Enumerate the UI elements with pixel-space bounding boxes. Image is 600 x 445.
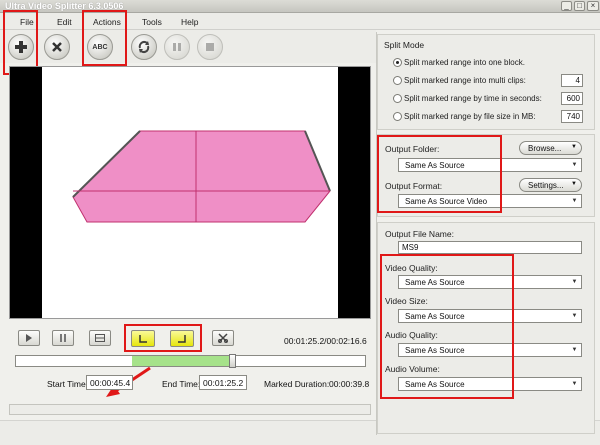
pause-icon — [173, 43, 181, 51]
dropdown-arrow-icon: ▼ — [571, 162, 578, 168]
stop-button[interactable] — [197, 34, 223, 60]
remove-file-button[interactable] — [44, 34, 70, 60]
menu-edit[interactable]: Edit — [57, 17, 72, 27]
annotation-box-actions — [82, 10, 127, 66]
split-by-time-radio[interactable] — [393, 94, 402, 103]
stop-playback-button[interactable] — [89, 330, 111, 346]
minimize-button[interactable]: _ — [561, 1, 572, 11]
menu-tools[interactable]: Tools — [142, 17, 162, 27]
convert-icon — [138, 40, 150, 54]
output-filename-label: Output File Name: — [385, 229, 454, 239]
split-by-time-label: Split marked range by time in seconds: — [404, 94, 542, 103]
play-icon — [26, 334, 32, 342]
dropdown-arrow-icon: ▼ — [571, 313, 578, 319]
time-display: 00:01:25.2/00:02:16.6 — [284, 336, 367, 346]
start-time-field[interactable]: 00:00:45.4 — [86, 375, 133, 390]
marked-duration-label: Marked Duration: — [264, 379, 330, 389]
close-button[interactable]: × — [587, 1, 599, 11]
dropdown-arrow-icon: ▼ — [571, 279, 578, 285]
settings-button[interactable]: Settings... ▼ — [519, 178, 582, 192]
pause-playback-button[interactable] — [52, 330, 74, 346]
pause-icon — [60, 334, 66, 342]
stop-icon — [95, 334, 105, 342]
settings-button-label: Settings... — [528, 181, 564, 190]
annotation-box-output — [377, 135, 502, 213]
start-marker-icon — [139, 334, 147, 343]
dropdown-arrow-icon: ▼ — [571, 381, 578, 387]
annotation-box-quality — [380, 254, 514, 399]
split-size-field[interactable]: 740 — [561, 110, 583, 123]
end-time-field[interactable]: 00:01:25.2 — [199, 375, 247, 390]
split-one-block-label: Split marked range into one block. — [404, 58, 525, 67]
split-by-size-label: Split marked range by file size in MB: — [404, 112, 536, 121]
maximize-button[interactable]: □ — [574, 1, 585, 11]
slider-thumb[interactable] — [229, 354, 237, 368]
menu-help[interactable]: Help — [181, 17, 198, 27]
video-frame — [72, 130, 331, 223]
output-filename-field[interactable]: MS9 — [398, 241, 582, 254]
marked-duration-value: 00:00:39.8 — [329, 379, 370, 389]
progress-bar — [9, 404, 371, 415]
convert-button[interactable] — [131, 34, 157, 60]
video-preview — [9, 66, 371, 319]
split-one-block-radio[interactable] — [393, 58, 402, 67]
browse-button-label: Browse... — [528, 144, 562, 153]
split-by-size-radio[interactable] — [393, 112, 402, 121]
set-start-marker-button[interactable] — [131, 330, 155, 347]
dropdown-arrow-icon: ▼ — [571, 144, 577, 150]
start-time-label: Start Time: — [47, 379, 89, 389]
cut-button[interactable] — [212, 330, 234, 346]
pause-button[interactable] — [164, 34, 190, 60]
play-button[interactable] — [18, 330, 40, 346]
set-end-marker-button[interactable] — [170, 330, 194, 347]
multi-clips-field[interactable]: 4 — [561, 74, 583, 87]
dropdown-arrow-icon: ▼ — [571, 181, 577, 187]
end-marker-icon — [178, 334, 186, 343]
split-seconds-field[interactable]: 600 — [561, 92, 583, 105]
split-mode-title: Split Mode — [384, 40, 425, 50]
scissors-icon — [218, 333, 228, 343]
x-icon — [52, 42, 62, 52]
dropdown-arrow-icon: ▼ — [571, 198, 578, 204]
split-multi-clips-radio[interactable] — [393, 76, 402, 85]
end-time-label: End Time: — [162, 379, 201, 389]
dropdown-arrow-icon: ▼ — [571, 347, 578, 353]
browse-button[interactable]: Browse... ▼ — [519, 141, 582, 155]
stop-icon — [206, 43, 214, 51]
split-multi-clips-label: Split marked range into multi clips: — [404, 76, 526, 85]
